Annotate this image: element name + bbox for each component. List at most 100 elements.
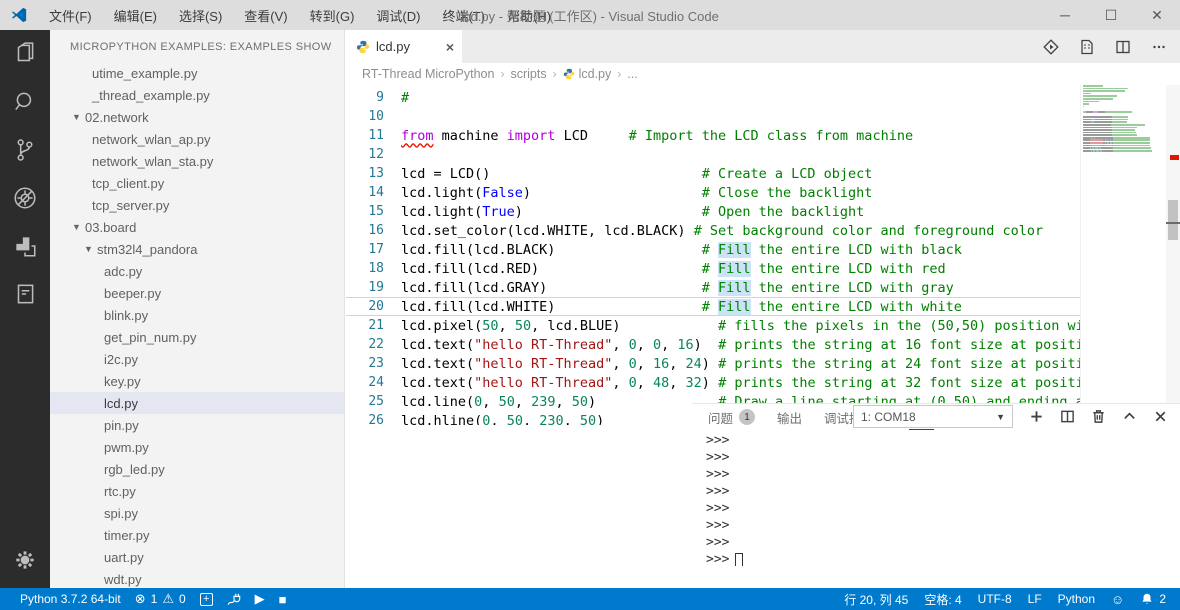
tab-close-icon[interactable]: × [446,39,454,55]
more-actions-icon[interactable] [1146,34,1172,60]
minimize-button[interactable]: ─ [1042,0,1088,30]
tree-item[interactable]: tcp_server.py [50,194,344,216]
language-mode[interactable]: Python [1058,592,1095,606]
scrollbar-thumb[interactable] [1168,200,1178,240]
tab-lcd-py[interactable]: lcd.py × [346,30,462,63]
run-flash-icon[interactable] [1038,34,1064,60]
split-editor-icon[interactable] [1110,34,1136,60]
code-line-11[interactable]: 11from machine import LCD # Import the L… [346,126,1080,145]
breadcrumb-item-1[interactable]: scripts [510,67,546,81]
tree-item[interactable]: utime_example.py [50,62,344,84]
tree-item[interactable]: tcp_client.py [50,172,344,194]
code-line-22[interactable]: 22lcd.text("hello RT-Thread", 0, 0, 16) … [346,335,1080,354]
eol-sequence[interactable]: LF [1028,592,1042,606]
tab-output[interactable]: 输出 [777,404,802,430]
code-line-21[interactable]: 21lcd.pixel(50, 50, lcd.BLUE) # fills th… [346,316,1080,335]
close-panel-icon[interactable] [1153,409,1168,424]
tree-item[interactable]: ▼02.network [50,106,344,128]
notifications-button[interactable]: 2 [1140,592,1166,606]
code-line-16[interactable]: 16lcd.set_color(lcd.WHITE, lcd.BLACK) # … [346,221,1080,240]
indentation[interactable]: 空格: 4 [924,591,961,608]
menu-item-7[interactable]: 帮助(H) [498,2,560,29]
vertical-scrollbar[interactable] [1166,85,1180,425]
add-connection-button[interactable]: + [200,593,213,606]
code-segment: # [702,261,718,277]
search-icon[interactable] [0,78,50,126]
problems-status[interactable]: ⊗ 1 ⚠ 0 [135,591,186,607]
code-line-17[interactable]: 17lcd.fill(lcd.BLACK) # Fill the entire … [346,240,1080,259]
tree-item[interactable]: get_pin_num.py [50,326,344,348]
new-terminal-icon[interactable] [1029,409,1044,424]
tree-item[interactable]: spi.py [50,502,344,524]
source-control-icon[interactable] [0,126,50,174]
binary-file-icon[interactable] [1074,34,1100,60]
tree-item[interactable]: i2c.py [50,348,344,370]
tree-item[interactable]: rtc.py [50,480,344,502]
tree-item[interactable]: key.py [50,370,344,392]
maximize-panel-icon[interactable] [1122,409,1137,424]
extensions-icon[interactable] [0,222,50,270]
menu-item-3[interactable]: 查看(V) [235,2,296,29]
code-line-14[interactable]: 14lcd.light(False) # Close the backlight [346,183,1080,202]
minimap-segment [1117,129,1136,131]
micropython-examples-icon[interactable] [0,270,50,318]
terminal-prompt-line: >>> [706,500,1180,517]
tree-item[interactable]: beeper.py [50,282,344,304]
code-line-18[interactable]: 18lcd.fill(lcd.RED) # Fill the entire LC… [346,259,1080,278]
kill-terminal-icon[interactable] [1091,409,1106,424]
tree-item[interactable]: network_wlan_sta.py [50,150,344,172]
tree-item[interactable]: rgb_led.py [50,458,344,480]
python-interpreter[interactable]: Python 3.7.2 64-bit [20,592,121,606]
menu-item-6[interactable]: 终端(T) [433,2,494,29]
split-terminal-icon[interactable] [1060,409,1075,424]
breadcrumb-item-2[interactable]: lcd.py [563,67,612,81]
breadcrumb-label: lcd.py [579,67,612,81]
code-editor[interactable]: 9#1011from machine import LCD # Import t… [346,85,1180,425]
tree-item[interactable]: _thread_example.py [50,84,344,106]
explorer-icon[interactable] [0,30,50,78]
tree-item[interactable]: pin.py [50,414,344,436]
code-line-10[interactable]: 10 [346,107,1080,126]
tree-item[interactable]: network_wlan_ap.py [50,128,344,150]
breadcrumb-item-3[interactable]: ... [627,67,637,81]
code-line-24[interactable]: 24lcd.text("hello RT-Thread", 0, 48, 32)… [346,373,1080,392]
code-line-20[interactable]: 20lcd.fill(lcd.WHITE) # Fill the entire … [346,297,1080,316]
tab-problems[interactable]: 问题 1 [708,404,755,430]
menu-item-0[interactable]: 文件(F) [40,2,101,29]
connect-device-button[interactable] [227,592,241,606]
menu-item-1[interactable]: 编辑(E) [105,2,166,29]
code-line-12[interactable]: 12 [346,145,1080,164]
tree-item[interactable]: adc.py [50,260,344,282]
terminal-select[interactable]: 1: COM18 ▼ [853,405,1013,428]
feedback-button[interactable]: ☺ [1111,592,1124,607]
cursor-position[interactable]: 行 20, 列 45 [844,591,908,608]
breadcrumb-item-0[interactable]: RT-Thread MicroPython [362,67,494,81]
code-line-9[interactable]: 9# [346,88,1080,107]
code-line-23[interactable]: 23lcd.text("hello RT-Thread", 0, 16, 24)… [346,354,1080,373]
tree-item[interactable]: wdt.py [50,568,344,588]
code-line-15[interactable]: 15lcd.light(True) # Open the backlight [346,202,1080,221]
menu-item-2[interactable]: 选择(S) [170,2,231,29]
menu-item-4[interactable]: 转到(G) [301,2,364,29]
tree-item[interactable]: pwm.py [50,436,344,458]
tree-item[interactable]: ▼stm32l4_pandora [50,238,344,260]
code-line-19[interactable]: 19lcd.fill(lcd.GRAY) # Fill the entire L… [346,278,1080,297]
stop-button[interactable]: ■ [279,592,287,607]
tree-item[interactable]: blink.py [50,304,344,326]
cursor-position-marker [1166,222,1180,224]
menu-item-5[interactable]: 调试(D) [367,2,429,29]
settings-gear-icon[interactable] [0,536,50,584]
terminal-output[interactable]: >>>>>>>>>>>>>>>>>>>>>>>> [692,430,1180,566]
tree-item[interactable]: ▼03.board [50,216,344,238]
encoding[interactable]: UTF-8 [978,592,1012,606]
minimap[interactable] [1080,85,1166,425]
close-button[interactable]: ✕ [1134,0,1180,30]
tree-item[interactable]: uart.py [50,546,344,568]
tree-item[interactable]: lcd.py [50,392,344,414]
code-line-13[interactable]: 13lcd = LCD() # Create a LCD object [346,164,1080,183]
tree-item[interactable]: timer.py [50,524,344,546]
code-segment: 50 [482,318,498,334]
maximize-button[interactable]: ☐ [1088,0,1134,30]
run-button[interactable]: ▶ [255,591,265,607]
debug-icon[interactable] [0,174,50,222]
